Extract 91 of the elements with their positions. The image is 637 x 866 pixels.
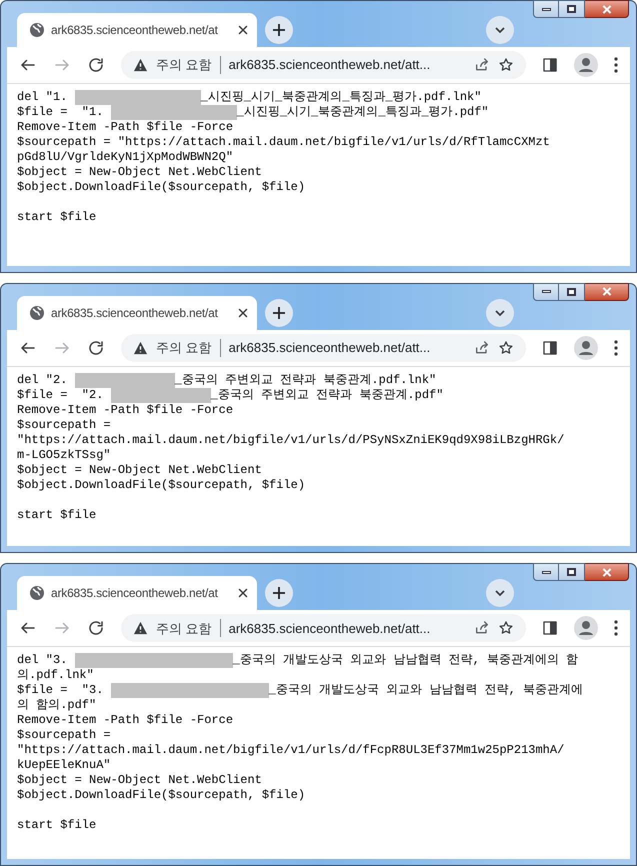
browser-tab[interactable]: ark6835.scienceontheweb.net/at	[17, 13, 257, 47]
code-line: $sourcepath = "https://attach.mail.daum.net/bigfile/v1/urls/d/RfTlamcCXMzt	[17, 135, 551, 150]
code-line: pGd8lU/VgrldeKyN1jXpModWBWN2Q"	[17, 150, 234, 165]
side-panel-icon[interactable]	[542, 620, 558, 636]
code-line: start $file	[17, 818, 98, 834]
close-window-button[interactable]	[585, 563, 629, 582]
code-line: "https://attach.mail.daum.net/bigfile/v1/urls/d/fFcpR8UL3Ef37Mm1w25pP213mhA/	[17, 743, 566, 758]
reload-icon[interactable]	[87, 56, 105, 74]
code-line: "https://attach.mail.daum.net/bigfile/v1/urls/d/PSyNSxZniEK9qd9X98iLBzgHRGk/	[17, 432, 566, 448]
maximize-button[interactable]	[559, 282, 585, 301]
warning-icon	[133, 58, 148, 72]
share-icon[interactable]	[474, 340, 490, 356]
profile-avatar[interactable]	[574, 616, 598, 640]
reload-icon[interactable]	[87, 619, 105, 638]
close-window-button[interactable]	[585, 282, 629, 301]
plus-icon	[273, 306, 285, 319]
tab-search-button[interactable]	[486, 16, 514, 44]
code-line: 의.pdf.lnk"	[17, 668, 95, 684]
tab-search-button[interactable]	[486, 579, 514, 608]
code-line: del "2. _중국의 주변외교 전략과 북중관계.pdf.lnk"	[17, 372, 438, 388]
reload-icon[interactable]	[87, 338, 105, 357]
warning-icon	[133, 621, 148, 636]
plus-icon	[273, 587, 285, 600]
code-line: kUepEEleKnuA"	[17, 758, 112, 774]
security-warning: 주의 요함	[156, 56, 212, 74]
code-line: Remove-Item -Path $file -Force	[17, 402, 234, 418]
warning-icon	[133, 340, 148, 355]
url-text: ark6835.scienceontheweb.net/att...	[228, 620, 430, 638]
side-panel-icon[interactable]	[542, 340, 558, 356]
url-text: ark6835.scienceontheweb.net/att...	[228, 56, 430, 74]
globe-icon	[29, 304, 45, 321]
close-icon[interactable]	[237, 306, 249, 319]
menu-icon[interactable]	[614, 57, 618, 73]
code-line: start $file	[17, 210, 98, 225]
close-icon	[602, 568, 612, 577]
code-line: $object.DownloadFile($sourcepath, $file)	[17, 478, 306, 493]
new-tab-button[interactable]	[265, 16, 293, 44]
minimize-button[interactable]	[533, 563, 559, 582]
address-bar[interactable]: 주의 요함 ark6835.scienceontheweb.net/att...	[121, 334, 526, 362]
code-line: del "1. _시진핑_시기_북중관계의_특징과_평가.pdf.lnk"	[17, 90, 482, 105]
code-line: Remove-Item -Path $file -Force	[17, 713, 234, 728]
plus-icon	[273, 24, 285, 36]
share-icon[interactable]	[474, 620, 490, 636]
code-line: $file = "1. _시진핑_시기_북중관계의_특징과_평가.pdf"	[17, 105, 490, 120]
tab-search-button[interactable]	[486, 298, 514, 327]
side-panel-icon[interactable]	[542, 57, 558, 73]
new-tab-button[interactable]	[265, 579, 293, 608]
close-icon[interactable]	[237, 24, 249, 36]
security-warning: 주의 요함	[156, 620, 212, 638]
code-line: del "3. _중국의 개발도상국 외교와 남남협력 전략, 북중관계에의 함	[17, 653, 580, 668]
star-icon[interactable]	[498, 340, 514, 356]
menu-icon[interactable]	[614, 340, 618, 356]
new-tab-button[interactable]	[265, 298, 293, 327]
code-line: m-LGO5zkTSsg"	[17, 448, 112, 463]
maximize-button[interactable]	[559, 0, 585, 18]
close-icon[interactable]	[237, 587, 249, 600]
tab-title: ark6835.scienceontheweb.net/at	[51, 585, 218, 602]
menu-icon[interactable]	[614, 620, 618, 636]
close-icon	[602, 4, 612, 14]
code-line: $file = "2. _중국의 주변외교 전략과 북중관계.pdf"	[17, 388, 444, 403]
close-window-button[interactable]	[585, 0, 629, 18]
address-bar[interactable]: 주의 요함 ark6835.scienceontheweb.net/att...	[121, 614, 526, 642]
address-bar[interactable]: 주의 요함 ark6835.scienceontheweb.net/att...	[121, 51, 526, 79]
star-icon[interactable]	[498, 620, 514, 636]
code-line: $sourcepath =	[17, 418, 112, 433]
globe-icon	[29, 585, 45, 602]
tab-title: ark6835.scienceontheweb.net/at	[51, 22, 218, 39]
minimize-button[interactable]	[533, 0, 559, 18]
browser-tab[interactable]: ark6835.scienceontheweb.net/at	[17, 576, 257, 610]
share-icon[interactable]	[474, 57, 490, 73]
profile-avatar[interactable]	[574, 53, 598, 77]
globe-icon	[29, 22, 45, 38]
browser-tab[interactable]: ark6835.scienceontheweb.net/at	[17, 296, 257, 330]
url-text: ark6835.scienceontheweb.net/att...	[228, 338, 430, 357]
code-line: start $file	[17, 508, 98, 523]
code-line: Remove-Item -Path $file -Force	[17, 120, 234, 135]
code-line: $object.DownloadFile($sourcepath, $file)	[17, 180, 306, 195]
minimize-button[interactable]	[533, 282, 559, 301]
code-line: $sourcepath =	[17, 728, 112, 744]
star-icon[interactable]	[498, 57, 514, 73]
security-warning: 주의 요함	[156, 338, 212, 357]
code-line: $file = "3. _중국의 개발도상국 외교와 남남협력 전략, 북중관계에	[17, 683, 584, 698]
maximize-button[interactable]	[559, 563, 585, 582]
profile-avatar[interactable]	[574, 336, 598, 360]
code-line: $object = New-Object Net.WebClient	[17, 773, 263, 788]
code-line: $object = New-Object Net.WebClient	[17, 462, 263, 478]
code-line: $object.DownloadFile($sourcepath, $file)	[17, 788, 306, 804]
tab-title: ark6835.scienceontheweb.net/at	[51, 304, 218, 322]
code-line: $object = New-Object Net.WebClient	[17, 165, 263, 180]
close-icon	[602, 287, 612, 296]
code-line: 의 함의.pdf"	[17, 698, 98, 714]
